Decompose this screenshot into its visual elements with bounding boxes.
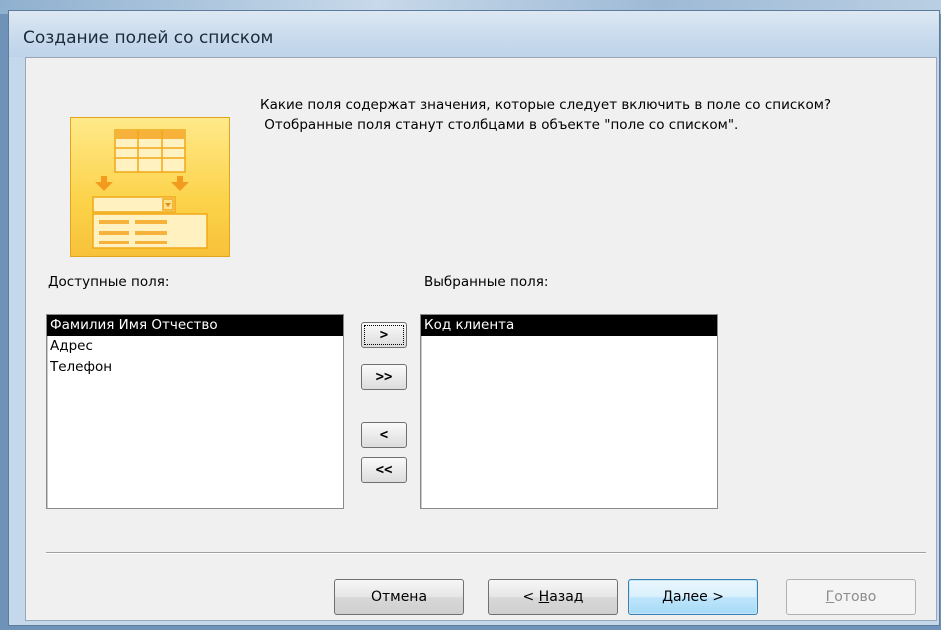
available-field-item[interactable]: Телефон	[47, 357, 343, 378]
footer-separator	[46, 552, 926, 554]
add-all-fields-button[interactable]: >>	[361, 364, 407, 390]
add-one-field-button[interactable]: >	[361, 322, 407, 348]
back-rest: азад	[549, 589, 584, 605]
back-prefix: <	[522, 589, 539, 605]
back-button[interactable]: < Назад	[488, 579, 618, 615]
dialog-content: Какие поля содержат значения, которые сл…	[25, 57, 937, 621]
remove-one-field-button[interactable]: <	[361, 422, 407, 448]
finish-mnemonic: Г	[825, 589, 835, 605]
next-rest: алее >	[673, 589, 724, 605]
available-fields-list[interactable]: Фамилия Имя Отчество Адрес Телефон	[46, 314, 344, 509]
combobox-wizard-icon	[70, 117, 230, 257]
available-field-item[interactable]: Фамилия Имя Отчество	[47, 315, 343, 336]
remove-all-fields-button[interactable]: <<	[361, 457, 407, 483]
cancel-button-label: Отмена	[370, 589, 428, 605]
next-mnemonic: Д	[662, 589, 673, 605]
dialog-window: Создание полей со списком Какие поля сод…	[8, 10, 940, 626]
selected-fields-list[interactable]: Код клиента	[420, 314, 718, 509]
prompt-line-2: Отобранные поля станут столбцами в объек…	[260, 117, 739, 133]
selected-field-item[interactable]: Код клиента	[421, 315, 717, 336]
table-to-combobox-illustration	[92, 129, 208, 249]
available-fields-label: Доступные поля:	[48, 274, 170, 290]
dialog-title: Создание полей со списком	[23, 28, 274, 48]
wizard-prompt: Какие поля содержат значения, которые сл…	[260, 95, 920, 135]
next-button[interactable]: Далее >	[628, 579, 758, 615]
available-field-item[interactable]: Адрес	[47, 336, 343, 357]
title-bar[interactable]: Создание полей со списком	[9, 11, 939, 57]
selected-fields-label: Выбранные поля:	[424, 274, 549, 290]
cancel-button[interactable]: Отмена	[334, 579, 464, 615]
finish-button[interactable]: Готово	[786, 579, 916, 615]
back-mnemonic: Н	[538, 589, 550, 605]
finish-rest: отово	[834, 589, 877, 605]
prompt-line-1: Какие поля содержат значения, которые сл…	[260, 97, 832, 113]
